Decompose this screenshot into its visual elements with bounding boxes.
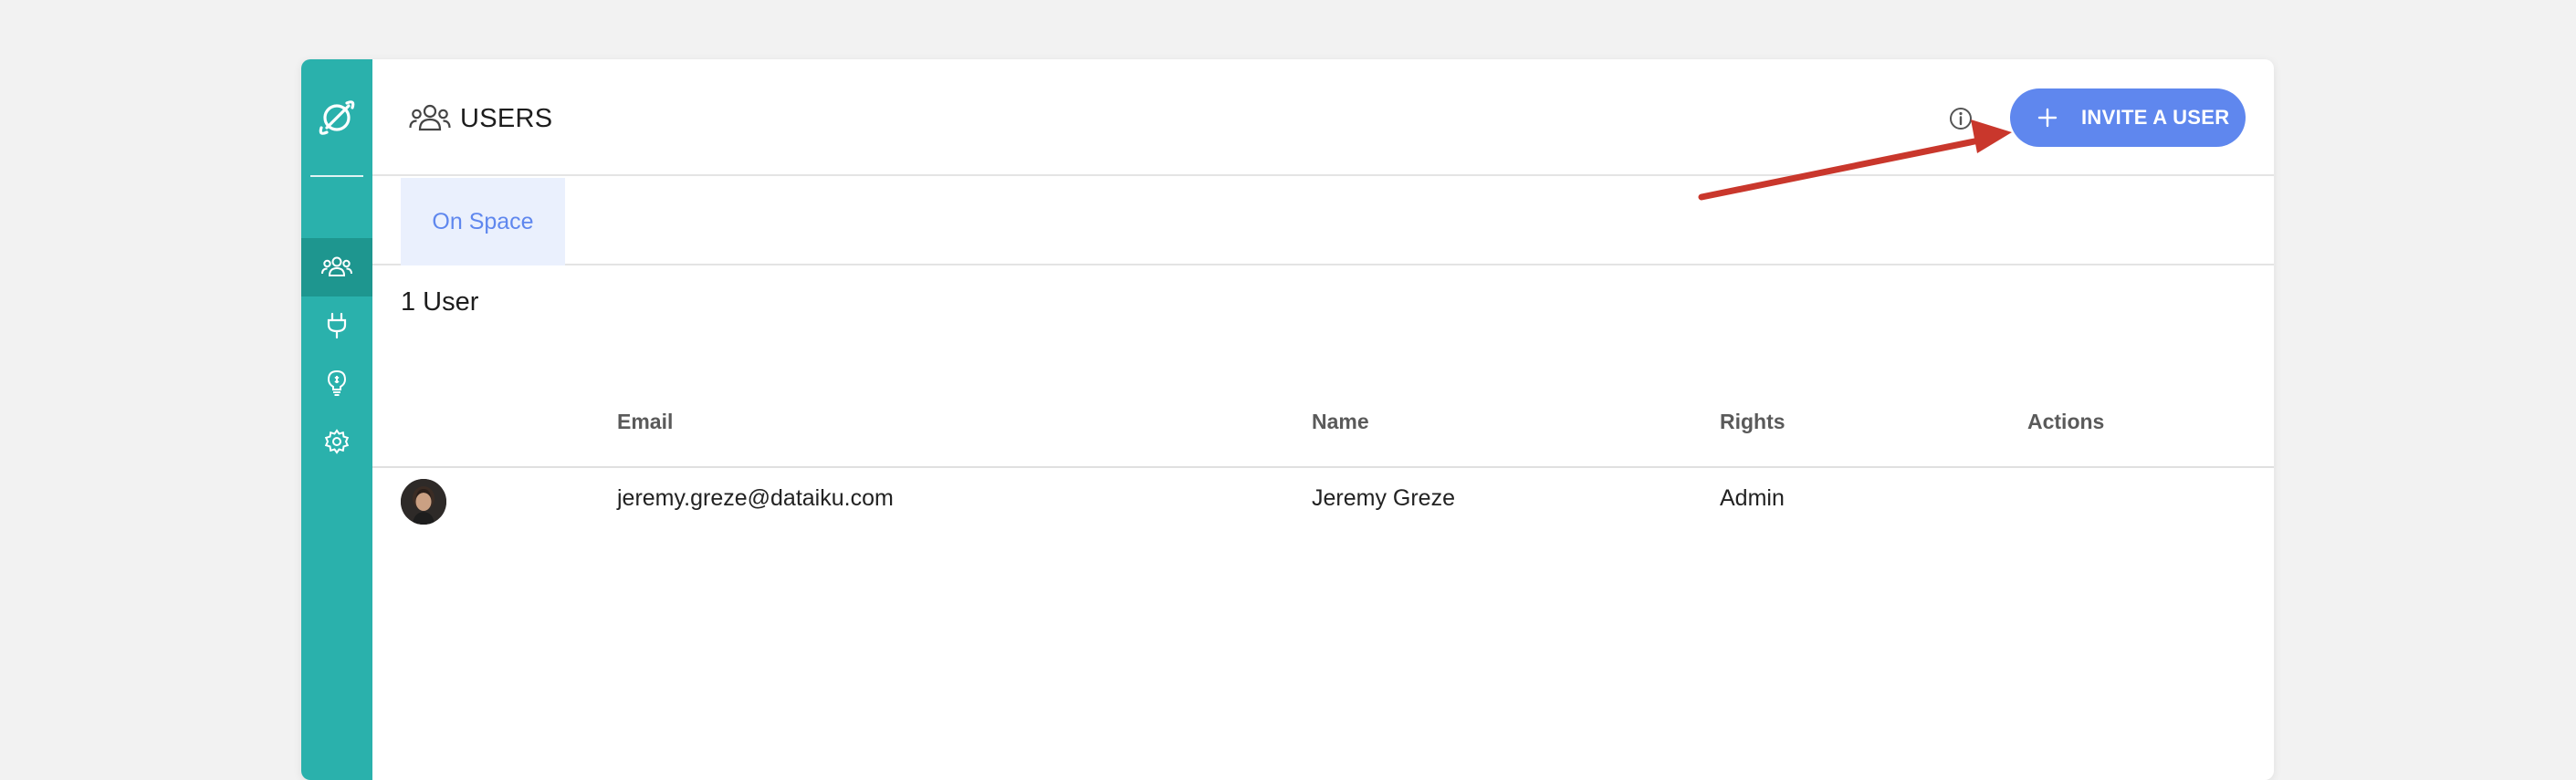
column-header-name[interactable]: Name — [1312, 410, 1369, 434]
sidebar-item-settings[interactable] — [301, 412, 372, 471]
tab-on-space[interactable]: On Space — [401, 178, 565, 265]
page-title-group: USERS — [409, 99, 552, 138]
users-icon — [409, 104, 451, 131]
avatar — [401, 479, 446, 525]
lightbulb-icon — [327, 369, 347, 396]
main-content: USERS INVITE A USER On Space 1 User Emai… — [372, 59, 2274, 780]
plug-icon — [327, 312, 347, 339]
user-count: 1 User — [401, 287, 479, 317]
sidebar-item-ideas[interactable] — [301, 354, 372, 412]
sidebar — [301, 59, 372, 780]
info-icon[interactable] — [1947, 105, 1974, 132]
sidebar-item-users[interactable] — [301, 238, 372, 296]
tab-bar: On Space — [372, 178, 2274, 265]
planet-logo-icon[interactable] — [301, 88, 372, 147]
users-icon — [321, 256, 352, 276]
invite-user-button[interactable]: INVITE A USER — [2010, 88, 2246, 147]
plus-icon — [2037, 108, 2058, 128]
page-header: USERS INVITE A USER — [372, 59, 2274, 176]
user-rights: Admin — [1720, 485, 1785, 511]
table-header: Email Name Rights Actions — [372, 388, 2274, 468]
user-email: jeremy.greze@dataiku.com — [617, 485, 894, 511]
page-title: USERS — [460, 103, 553, 133]
column-header-rights[interactable]: Rights — [1720, 410, 1785, 434]
sidebar-item-connections[interactable] — [301, 296, 372, 355]
table-row[interactable]: jeremy.greze@dataiku.com Jeremy Greze Ad… — [372, 470, 2274, 532]
user-name: Jeremy Greze — [1312, 485, 1455, 511]
sidebar-divider — [310, 175, 363, 177]
gear-icon — [324, 429, 350, 454]
invite-user-label: INVITE A USER — [2081, 106, 2230, 129]
column-header-email[interactable]: Email — [617, 410, 673, 434]
column-header-actions: Actions — [2027, 410, 2105, 433]
app-window: USERS INVITE A USER On Space 1 User Emai… — [301, 59, 2274, 780]
